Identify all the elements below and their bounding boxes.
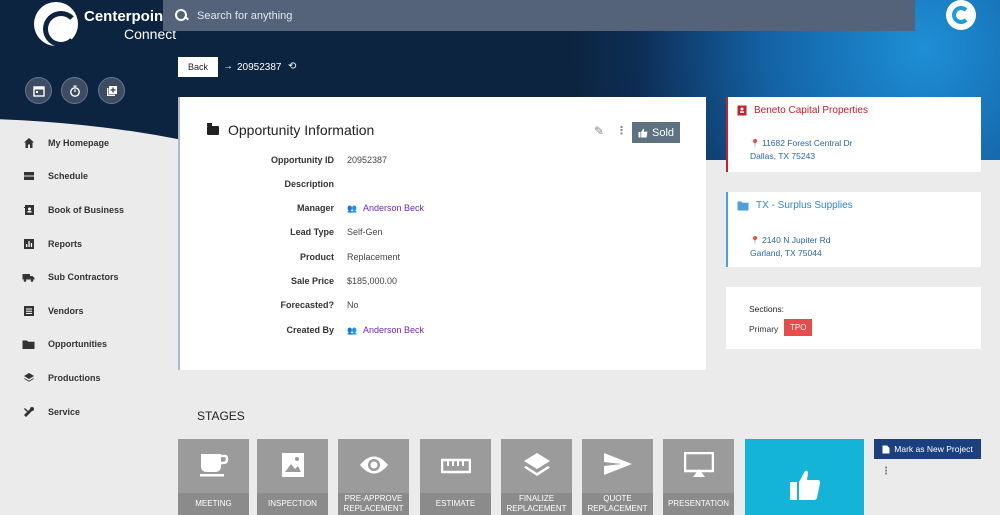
contact-card-icon [737,105,747,116]
layers-icon [22,371,35,384]
stage-presentation[interactable]: PRESENTATION [663,439,734,515]
supplier-folder-icon [737,201,749,210]
logo-icon [34,2,79,47]
brand-name: Centerpoint [84,8,169,25]
field-created-by: Created By 👥 Anderson Beck [286,325,425,335]
sidebar-item-schedule[interactable]: Schedule [0,160,170,194]
stage-meeting[interactable]: MEETING [178,439,249,515]
list-icon [22,304,35,317]
breadcrumb-current: 20952387 [237,62,282,73]
created-by-link[interactable]: 👥 Anderson Beck [347,325,424,335]
card-title: Opportunity Information [228,122,375,138]
thumbs-up-icon [790,470,820,500]
map-pin-icon: 📍 [750,139,760,148]
more-options-icon[interactable]: ⋮ [616,124,627,137]
field-opportunity-id: Opportunity ID 20952387 [271,155,388,165]
customer-address[interactable]: 📍 11682 Forest Central Dr Dallas, TX 7524… [750,137,853,162]
field-product: Product Replacement [299,252,401,262]
search-icon [175,8,189,23]
sidebar-nav: My Homepage Schedule Book of Business Re… [0,126,170,428]
sidebar-item-book-of-business[interactable]: Book of Business [0,193,170,227]
edit-pencil-icon[interactable]: ✎ [594,124,604,138]
search-input[interactable] [197,9,797,22]
coffee-cup-icon [178,452,249,485]
stage-estimate[interactable]: ESTIMATE [420,439,491,515]
folder-icon [207,122,219,135]
people-icon: 👥 [347,204,357,213]
sidebar-item-vendors[interactable]: Vendors [0,294,170,328]
sidebar-item-reports[interactable]: Reports [0,227,170,261]
field-lead-type: Lead Type Self-Gen [290,227,383,237]
arrow-right-icon: → [223,61,233,72]
supplier-name-link[interactable]: TX - Surplus Supplies [756,200,853,211]
sections-card: Sections: Primary TPO [726,287,981,349]
people-icon: 👥 [347,326,357,335]
field-manager: Manager 👥 Anderson Beck [296,203,425,213]
presentation-icon [663,451,734,485]
manager-link[interactable]: 👥 Anderson Beck [347,203,424,213]
stage-finalize-replacement[interactable]: FINALIZE REPLACEMENT [501,439,572,515]
sidebar-item-sub-contractors[interactable]: Sub Contractors [0,260,170,294]
supplier-address[interactable]: 📍 2140 N Jupiter Rd Garland, TX 75044 [750,234,830,259]
field-description: Description [284,179,334,189]
history-icon[interactable]: ⟲ [288,61,296,72]
sold-label: Sold [651,126,675,139]
sold-button[interactable]: Sold [632,122,680,143]
bar-chart-icon [22,237,35,250]
timer-icon [69,85,80,97]
stage-quote-replacement[interactable]: QUOTE REPLACEMENT [582,439,653,515]
field-forecasted: Forecasted? No [280,300,359,310]
customer-card: Beneto Capital Properties 📍 11682 Forest … [726,97,981,172]
user-logo-icon[interactable] [946,0,976,30]
stages-title: STAGES [197,409,245,423]
stage-inspection[interactable]: INSPECTION [257,439,328,515]
timer-quick-action[interactable] [61,77,88,104]
stage-pre-approve-replacement[interactable]: PRE-APPROVE REPLACEMENT [338,439,409,515]
contacts-book-icon [22,203,35,216]
stage-sold-active[interactable] [745,439,864,515]
truck-icon [22,271,35,284]
image-icon [257,452,328,485]
map-pin-icon: 📍 [750,236,760,245]
mark-as-new-project-button[interactable]: Mark as New Project [874,439,981,459]
layers-icon [501,452,572,485]
back-button[interactable]: Back [178,57,218,77]
opportunity-card: Opportunity Information ✎ ⋮ Sold Opportu… [178,97,706,370]
calendar-quick-action[interactable] [25,77,52,104]
field-sale-price: Sale Price $185,000.00 [290,276,398,286]
more-options-icon[interactable]: ⋮ [881,466,891,477]
home-icon [22,136,35,149]
search-bar[interactable] [163,0,915,31]
eye-icon [338,452,409,483]
sidebar-item-opportunities[interactable]: Opportunities [0,328,170,362]
supplier-card: TX - Surplus Supplies 📍 2140 N Jupiter Rd… [726,192,981,267]
schedule-icon [22,170,35,183]
document-icon [882,445,890,453]
sidebar-item-productions[interactable]: Productions [0,361,170,395]
ruler-icon [420,452,491,483]
folder-icon [22,338,35,351]
thumbs-up-icon [638,128,648,137]
sections-label: Sections: [749,304,784,314]
tpo-badge[interactable]: TPO [784,319,813,336]
add-library-quick-action[interactable] [98,77,125,104]
customer-name-link[interactable]: Beneto Capital Properties [754,105,868,116]
tools-icon [22,405,35,418]
primary-label: Primary [749,324,779,334]
sidebar-item-my-homepage[interactable]: My Homepage [0,126,170,160]
calendar-icon [32,85,45,97]
sidebar-item-service[interactable]: Service [0,395,170,429]
add-library-icon [106,85,117,96]
send-icon [582,452,653,483]
